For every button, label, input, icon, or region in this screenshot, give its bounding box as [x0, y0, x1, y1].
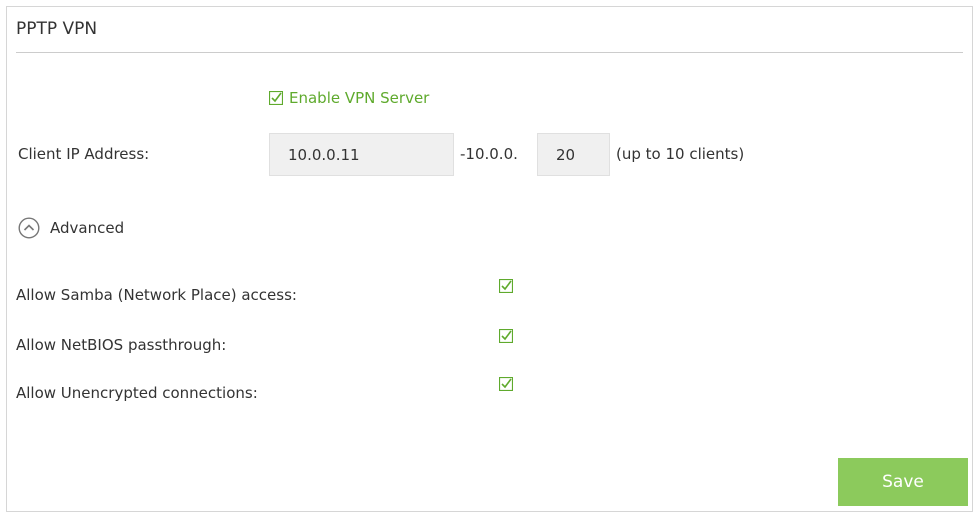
client-ip-range-prefix: -10.0.0.	[460, 145, 518, 163]
pptp-vpn-panel: PPTP VPN Enable VPN Server Client IP Add…	[6, 6, 973, 512]
advanced-toggle[interactable]: Advanced	[18, 217, 124, 239]
panel-title: PPTP VPN	[16, 19, 98, 39]
client-ip-hint: (up to 10 clients)	[616, 145, 745, 163]
client-ip-label: Client IP Address:	[18, 145, 150, 163]
option-unencrypted-label: Allow Unencrypted connections:	[16, 384, 258, 402]
option-samba-label: Allow Samba (Network Place) access:	[16, 286, 297, 304]
save-button[interactable]: Save	[838, 458, 968, 506]
option-unencrypted-checkbox[interactable]	[499, 377, 513, 391]
client-ip-start-value: 10.0.0.11	[288, 145, 360, 164]
client-ip-end-value: 20	[556, 145, 576, 164]
enable-vpn-server-label: Enable VPN Server	[289, 89, 430, 107]
advanced-label: Advanced	[50, 219, 125, 237]
checkbox-checked-icon	[269, 91, 283, 105]
option-samba-checkbox[interactable]	[499, 279, 513, 293]
chevron-up-circle-icon	[18, 217, 40, 239]
title-divider	[16, 52, 963, 53]
client-ip-end-input[interactable]: 20	[537, 133, 610, 176]
enable-vpn-server-checkbox[interactable]: Enable VPN Server	[269, 89, 429, 107]
option-netbios-label: Allow NetBIOS passthrough:	[16, 336, 227, 354]
client-ip-start-input[interactable]: 10.0.0.11	[269, 133, 454, 176]
option-netbios-checkbox[interactable]	[499, 329, 513, 343]
